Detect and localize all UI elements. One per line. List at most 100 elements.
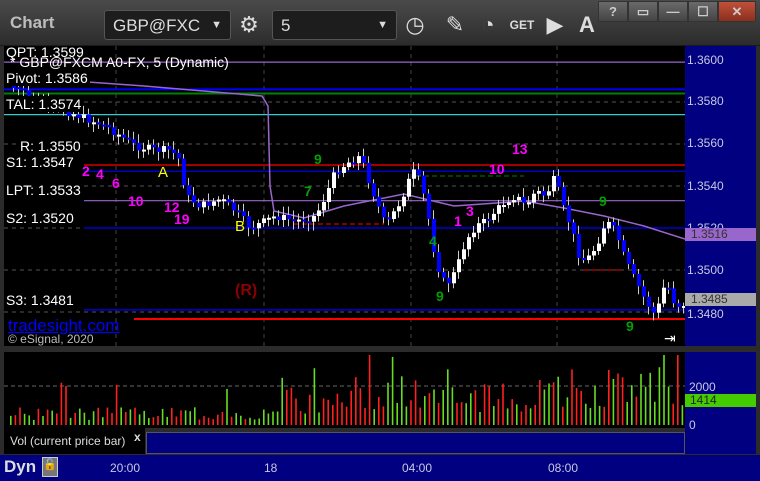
candle xyxy=(67,111,71,117)
candle xyxy=(327,188,331,203)
candle xyxy=(322,202,326,211)
volume-bar xyxy=(589,407,592,425)
candle xyxy=(382,206,386,218)
marker-a: A xyxy=(158,164,169,181)
count-annotation: 9 xyxy=(314,151,322,167)
candle xyxy=(212,201,216,206)
time-axis[interactable]: Dyn 🔓 20:00 18 04:00 08:00 xyxy=(0,455,760,481)
volume-bar xyxy=(341,402,343,425)
volume-bar xyxy=(396,402,398,425)
moving-average-line xyxy=(4,75,685,240)
clock-icon[interactable]: ◷ xyxy=(400,10,430,40)
interval-input[interactable]: 5 ▼ xyxy=(272,10,397,40)
volume-bar xyxy=(83,412,86,425)
candle xyxy=(492,213,496,220)
volume-bar xyxy=(552,382,555,425)
volume-bar xyxy=(548,383,550,425)
volume-bar xyxy=(194,407,196,425)
volume-bar xyxy=(460,402,463,425)
volume-bar xyxy=(529,408,532,425)
volume-bar xyxy=(617,373,619,425)
candle xyxy=(232,202,236,211)
candle xyxy=(617,225,621,241)
help-button[interactable]: ? xyxy=(598,1,628,22)
level-label-tal: TAL: 1.3574 xyxy=(4,96,84,112)
volume-bar xyxy=(56,413,58,425)
volume-bar xyxy=(428,393,431,425)
count-annotation: 13 xyxy=(512,141,528,157)
volume-bar xyxy=(681,405,684,425)
close-button[interactable]: ✕ xyxy=(718,1,756,22)
volume-bar xyxy=(414,380,417,425)
volume-bar xyxy=(281,377,283,425)
restore-button[interactable]: ▭ xyxy=(628,1,658,22)
volume-bar xyxy=(345,406,348,425)
candle xyxy=(397,206,401,212)
candle xyxy=(422,175,426,194)
candle xyxy=(567,205,571,223)
price-tick: 1.3560 xyxy=(687,136,724,150)
candle xyxy=(297,219,301,222)
volume-panel[interactable] xyxy=(4,352,685,428)
candle xyxy=(227,199,231,203)
candle xyxy=(197,202,201,208)
candle xyxy=(677,303,681,308)
candle xyxy=(557,176,561,188)
candle xyxy=(207,201,211,206)
candle xyxy=(592,251,596,256)
candle xyxy=(607,221,611,229)
last-price-badge: 1.3485 xyxy=(685,293,756,306)
price-axis[interactable]: 1.3600 1.3580 1.3560 1.3540 1.3520 1.350… xyxy=(685,46,756,346)
volume-tick: 0 xyxy=(689,418,696,432)
minimize-button[interactable]: — xyxy=(658,1,688,22)
candle xyxy=(252,227,256,230)
volume-bar xyxy=(465,403,467,425)
candle xyxy=(272,216,276,219)
symbol-input[interactable]: GBP@FXC ▼ xyxy=(104,10,231,40)
volume-bar xyxy=(566,397,569,425)
candle xyxy=(192,195,196,203)
price-chart[interactable]: 2 4 6 10 12 19 1 3 10 13 9 7 4 9 9 9 QPT: 1.3599 * GBP@… xyxy=(4,46,685,346)
candle xyxy=(357,156,361,164)
volume-bar xyxy=(240,415,242,425)
candle xyxy=(667,287,671,290)
volume-bar xyxy=(336,393,339,425)
close-study-icon[interactable]: x xyxy=(134,430,141,444)
studies-icon[interactable]: ◔ xyxy=(473,10,503,40)
candle xyxy=(387,217,391,220)
volume-label-text: Vol (current price bar) xyxy=(10,434,126,448)
count-annotation: 7 xyxy=(304,183,312,199)
chevron-down-icon[interactable]: ▼ xyxy=(377,19,388,31)
gear-icon[interactable]: ⚙ xyxy=(234,10,264,40)
price-tick: 1.3500 xyxy=(687,263,724,277)
price-tick: 1.3540 xyxy=(687,179,724,193)
scroll-to-end-icon[interactable]: ⇥ xyxy=(664,330,676,346)
candle xyxy=(222,199,226,202)
count-annotation: 6 xyxy=(112,175,120,191)
candle xyxy=(367,162,371,184)
volume-bar xyxy=(23,413,26,425)
volume-bar xyxy=(88,419,90,425)
maximize-button[interactable]: ☐ xyxy=(688,1,718,22)
marker-r: (R) xyxy=(235,282,258,299)
candle xyxy=(257,223,261,229)
count-annotation: 1 xyxy=(454,213,462,229)
volume-bar xyxy=(143,410,145,425)
volume-bar xyxy=(667,386,670,425)
candle xyxy=(127,137,131,140)
volume-bar xyxy=(571,369,573,425)
volume-bar xyxy=(575,388,578,425)
volume-bar xyxy=(539,380,541,425)
pencil-icon[interactable]: ✎ xyxy=(440,10,470,40)
get-icon[interactable]: GET xyxy=(507,10,537,40)
play-icon[interactable]: ▶ xyxy=(540,10,570,40)
volume-bar xyxy=(74,412,76,425)
volume-bar xyxy=(299,410,302,425)
dynamic-mode-label[interactable]: Dyn xyxy=(4,457,36,477)
candle xyxy=(302,219,306,222)
chevron-down-icon[interactable]: ▼ xyxy=(211,19,222,31)
volume-bar xyxy=(309,394,311,425)
candle xyxy=(512,200,516,203)
lock-icon[interactable]: 🔓 xyxy=(42,457,58,477)
volume-bar xyxy=(97,407,99,425)
